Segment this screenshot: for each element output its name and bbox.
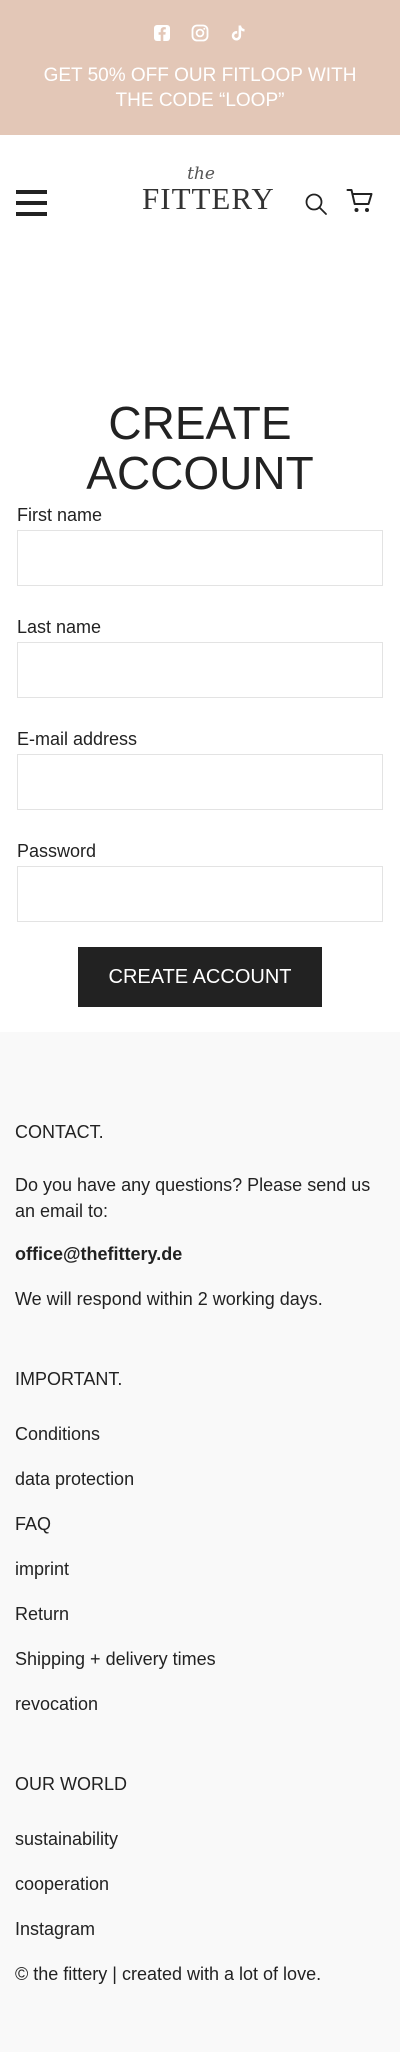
footer-link-sustainability[interactable]: sustainability — [15, 1827, 118, 1851]
announcement-bar: GET 50% OFF OUR FITLOOP WITH THE CODE “L… — [0, 0, 400, 135]
footer-link-return[interactable]: Return — [15, 1602, 69, 1626]
site-logo[interactable]: the FITTERY — [142, 165, 275, 225]
copyright-text: © the fittery | created with a lot of lo… — [15, 1964, 322, 1984]
page-title: CREATE ACCOUNT — [0, 398, 400, 498]
footer-link-data-protection[interactable]: data protection — [15, 1467, 134, 1491]
contact-response-text: We will respond within 2 working days. — [15, 1289, 323, 1309]
contact-text: Do you have any questions? Please send u… — [15, 1175, 371, 1221]
search-icon[interactable] — [304, 192, 328, 216]
last-name-input[interactable] — [17, 642, 383, 698]
last-name-label: Last name — [17, 617, 102, 637]
contact-heading: CONTACT. — [15, 1122, 104, 1142]
footer-link-shipping[interactable]: Shipping + delivery times — [15, 1647, 216, 1671]
page-title-line-1: CREATE — [108, 397, 292, 449]
email-label: E-mail address — [17, 729, 138, 749]
create-account-button[interactable]: CREATE ACCOUNT — [78, 947, 322, 1007]
tiktok-icon[interactable] — [229, 24, 247, 42]
footer-link-conditions[interactable]: Conditions — [15, 1422, 100, 1446]
site-header: the FITTERY — [0, 135, 400, 270]
facebook-icon[interactable] — [153, 24, 171, 42]
password-input[interactable] — [17, 866, 383, 922]
footer-link-cooperation[interactable]: cooperation — [15, 1872, 109, 1896]
site-footer: CONTACT. Do you have any questions? Plea… — [0, 1032, 400, 2052]
important-heading: IMPORTANT. — [15, 1369, 123, 1389]
our-world-heading: OUR WORLD — [15, 1774, 127, 1794]
email-input[interactable] — [17, 754, 383, 810]
first-name-input[interactable] — [17, 530, 383, 586]
instagram-icon[interactable] — [191, 24, 209, 42]
menu-icon[interactable] — [16, 190, 47, 216]
cart-icon[interactable] — [346, 187, 374, 215]
announcement-text: GET 50% OFF OUR FITLOOP WITH THE CODE “L… — [43, 65, 357, 111]
page-title-line-2: ACCOUNT — [86, 447, 314, 499]
password-label: Password — [17, 841, 97, 861]
contact-email-link[interactable]: office@thefittery.de — [15, 1242, 182, 1266]
footer-link-instagram[interactable]: Instagram — [15, 1917, 95, 1941]
footer-link-faq[interactable]: FAQ — [15, 1512, 51, 1536]
footer-link-revocation[interactable]: revocation — [15, 1692, 98, 1716]
social-links — [0, 24, 400, 42]
logo-main-text: FITTERY — [142, 181, 275, 216]
first-name-label: First name — [17, 505, 103, 525]
footer-link-imprint[interactable]: imprint — [15, 1557, 69, 1581]
